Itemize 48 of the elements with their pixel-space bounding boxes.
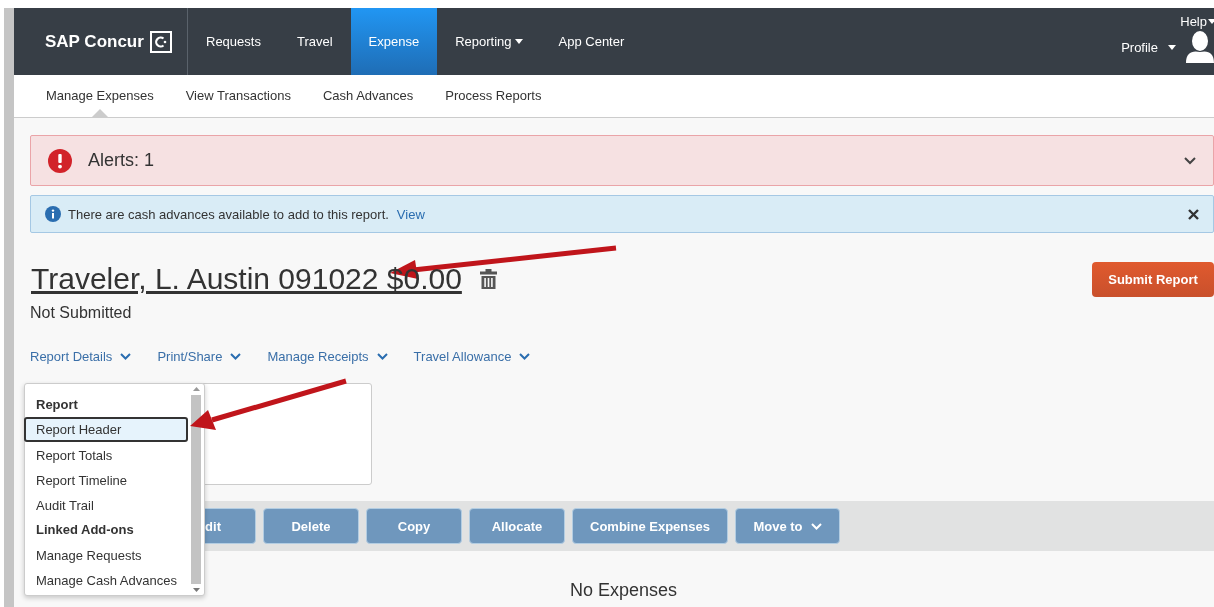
chevron-down-icon [519,353,531,360]
subnav-tab[interactable]: Cash Advances [306,75,430,117]
info-icon [45,206,61,222]
scrollbar[interactable] [190,387,202,592]
profile-menu[interactable]: Profile [1121,39,1176,55]
scroll-down-icon[interactable] [192,588,200,592]
nav-tab[interactable]: App Center [540,8,643,75]
logo-icon [149,30,172,53]
nav-tab[interactable]: Travel [278,8,351,75]
subnav-tab[interactable]: Manage Expenses [30,75,170,117]
empty-message: No Expenses [570,580,678,601]
chevron-down-icon [120,353,132,360]
trash-icon[interactable] [479,269,497,289]
menu-dropdown[interactable]: Travel Allowance [413,349,531,364]
menu-item[interactable]: Report Header [24,417,188,442]
view-link[interactable]: View [396,206,425,222]
close-icon[interactable] [1188,208,1199,220]
chevron-down-icon[interactable] [1184,156,1196,165]
chevron-down-icon [230,353,242,360]
nav-tab[interactable]: Requests [188,8,279,75]
menu-dropdown[interactable]: Print/Share [157,349,242,364]
menu-dropdown[interactable]: Manage Receipts [267,349,388,364]
submit-report-button[interactable]: Submit Report [1092,261,1214,297]
caret-icon [1168,44,1176,50]
menu-heading: Report [35,396,79,414]
alert-banner[interactable]: Alerts: 1 [30,135,1214,186]
info-text: There are cash advances available to add to this report. [68,206,389,222]
logo-text: SAP Concur [45,31,144,52]
subnav-tab[interactable]: View Transactions [169,75,307,117]
caret-icon [1208,19,1214,24]
avatar-icon[interactable] [1186,31,1214,63]
scroll-up-icon[interactable] [192,387,200,391]
help-menu[interactable]: Help [1180,14,1214,29]
menu-item[interactable]: Report Timeline [24,467,188,492]
report-status: Not Submitted [30,304,133,322]
menu-item[interactable]: Manage Cash Advances [24,567,188,592]
chevron-down-icon [376,353,388,360]
scroll-thumb[interactable] [191,395,201,584]
subnav-tab[interactable]: Process Reports [429,75,558,117]
report-title[interactable]: Traveler, L. Austin 091022 $0.00 [31,262,462,296]
menu-heading: Linked Add-ons [35,521,135,539]
alert-text: Alerts: 1 [88,150,155,171]
menu-item[interactable]: Report Totals [24,442,188,467]
nav-tab[interactable]: Expense [350,8,438,75]
error-icon [48,148,72,173]
menu-item[interactable]: Manage Requests [24,542,188,567]
nav-tab[interactable]: Reporting [437,8,541,75]
menu-dropdown[interactable]: Report Details [30,349,132,364]
